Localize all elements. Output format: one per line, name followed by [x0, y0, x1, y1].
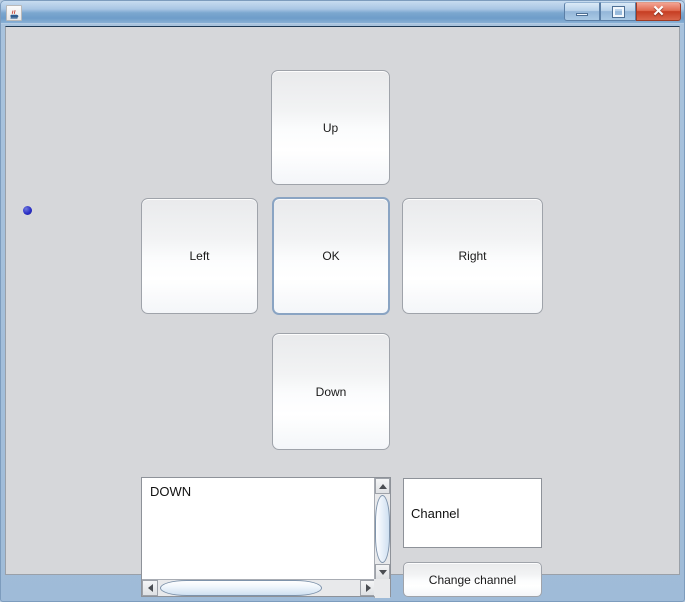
log-textarea[interactable]: DOWN — [142, 478, 374, 580]
right-button[interactable]: Right — [402, 198, 543, 314]
maximize-icon — [611, 5, 625, 18]
chevron-right-icon — [365, 584, 371, 592]
horizontal-scrollbar-thumb[interactable] — [160, 580, 322, 596]
down-button[interactable]: Down — [272, 333, 390, 450]
vertical-scrollbar-thumb[interactable] — [375, 495, 390, 563]
scroll-down-arrow[interactable] — [375, 564, 390, 580]
maximize-button[interactable] — [600, 2, 636, 21]
up-button[interactable]: Up — [271, 70, 390, 185]
scroll-up-arrow[interactable] — [375, 478, 390, 494]
chevron-up-icon — [378, 483, 387, 489]
chevron-left-icon — [147, 584, 153, 592]
close-button[interactable]: ✕ — [636, 2, 681, 21]
log-textarea-scrollpane[interactable]: DOWN — [141, 477, 391, 598]
down-button-label: Down — [315, 384, 347, 399]
change-channel-button[interactable]: Change channel — [403, 562, 542, 597]
up-button-label: Up — [322, 120, 339, 135]
right-button-label: Right — [458, 249, 487, 263]
minimize-button[interactable] — [564, 2, 600, 21]
blue-dot-marker — [23, 206, 32, 215]
scrollbar-corner — [374, 579, 390, 596]
java-coffee-cup-icon — [6, 5, 22, 21]
main-panel: Up Left OK Right Down DOWN Channel Chang… — [5, 26, 680, 598]
application-window: ✕ Up Left OK Right Down DOWN Channel Cha… — [0, 0, 685, 602]
horizontal-scrollbar[interactable] — [142, 579, 376, 596]
close-icon: ✕ — [652, 3, 665, 20]
left-button-label: Left — [189, 249, 210, 263]
minimize-icon — [576, 12, 588, 16]
channel-input-value: Channel — [411, 505, 460, 521]
channel-input[interactable]: Channel — [403, 478, 542, 548]
left-button[interactable]: Left — [141, 198, 258, 314]
ok-button-label: OK — [322, 249, 340, 263]
chevron-down-icon — [378, 569, 387, 575]
ok-button[interactable]: OK — [272, 197, 390, 315]
change-channel-button-label: Change channel — [428, 572, 517, 587]
title-bar[interactable]: ✕ — [1, 1, 684, 24]
scroll-left-arrow[interactable] — [142, 580, 158, 596]
